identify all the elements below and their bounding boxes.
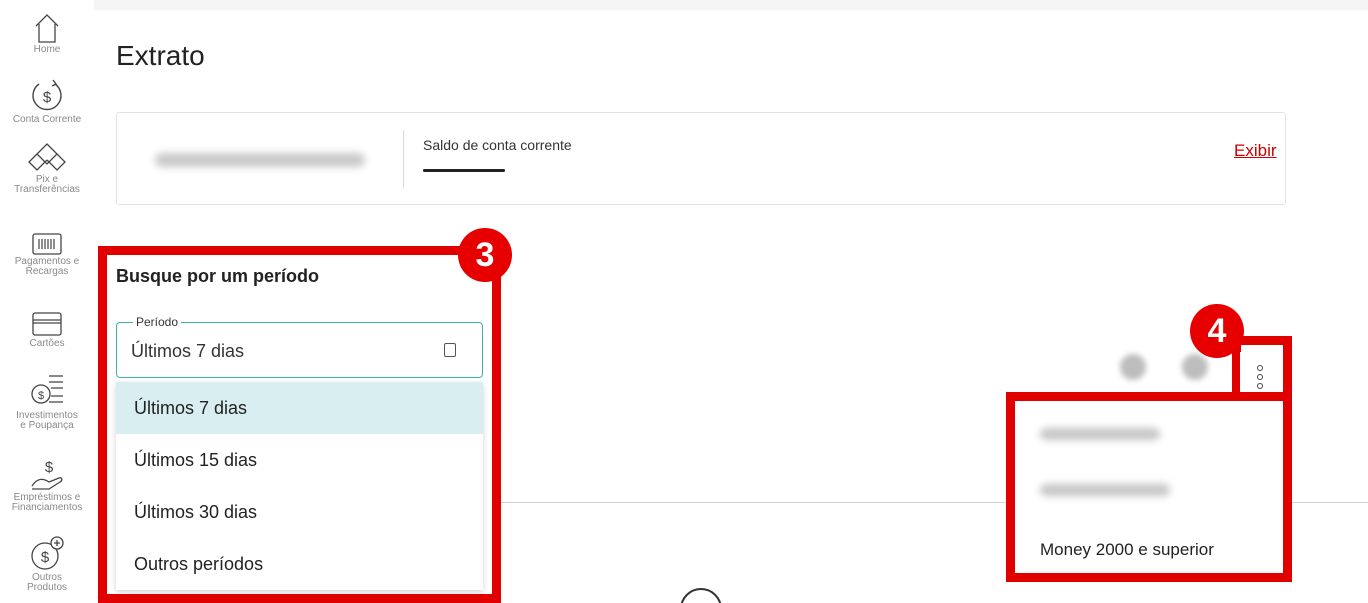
balance-hidden-value [423,169,505,172]
svg-text:$: $ [43,89,52,106]
balance-label: Saldo de conta corrente [423,137,572,153]
period-section-title: Busque por um período [116,266,320,286]
sidebar-item-label: Outros Produtos [26,572,68,593]
period-option-30[interactable]: Últimos 30 dias [116,486,483,538]
sidebar-item-label: Cartões [29,338,65,349]
home-icon [35,14,59,43]
sidebar-item-label: Pix e Transferências [14,174,80,195]
sidebar-item-label: Investimentos e Poupança [16,410,78,431]
bottom-icon [680,588,722,603]
step-badge-4: 4 [1190,304,1244,358]
redacted-action-icon[interactable] [1182,354,1208,380]
card-icon [32,312,62,336]
pix-icon [28,143,66,171]
sidebar-item-investimentos[interactable]: $ Investimentos e Poupança [0,370,94,431]
page-title: Extrato [116,40,205,71]
kebab-dot [1257,383,1263,389]
period-select[interactable]: Período Últimos 7 dias [116,315,483,378]
step-badge-3: 3 [458,228,512,282]
redacted-action-icon[interactable] [1120,354,1146,380]
sidebar-item-label: Home [33,44,61,55]
period-option-7[interactable]: Últimos 7 dias [116,382,483,434]
sidebar-item-label: Pagamentos e Recargas [14,256,80,277]
period-option-15[interactable]: Últimos 15 dias [116,434,483,486]
menu-item-money-2000[interactable]: Money 2000 e superior [1040,540,1214,560]
svg-text:$: $ [45,459,54,476]
period-field-value: Últimos 7 dias [131,341,245,361]
sidebar-item-cartoes[interactable]: Cartões [0,310,94,349]
account-number-redacted [155,153,365,167]
dollar-plus-icon: $ [31,536,64,570]
menu-item-redacted[interactable] [1040,428,1160,440]
period-field-label: Período [133,315,182,329]
sidebar-item-outros[interactable]: $ Outros Produtos [0,534,94,593]
sidebar-item-label: Conta Corrente [12,114,82,125]
balance-card: Saldo de conta corrente Exibir [116,112,1286,205]
show-balance-link[interactable]: Exibir [1234,141,1277,161]
period-dropdown: Últimos 7 dias Últimos 15 dias Últimos 3… [116,382,483,590]
loan-hand-icon: $ [31,459,63,490]
sidebar-item-label: Empréstimos e Financiamentos [11,492,83,513]
sidebar-item-emprestimos[interactable]: $ Empréstimos e Financiamentos [0,456,94,513]
kebab-dot [1257,374,1263,380]
calendar-icon[interactable] [444,343,456,357]
sidebar-item-pix[interactable]: Pix e Transferências [0,142,94,195]
menu-item-redacted[interactable] [1040,484,1170,496]
sidebar-item-home[interactable]: Home [0,12,94,55]
sidebar-item-pagamentos[interactable]: Pagamentos e Recargas [0,232,94,277]
barcode-icon [32,233,62,255]
card-divider [403,130,404,188]
sidebar: Home $ Conta Corrente Pix e Transferênci… [0,0,94,603]
investment-icon: $ [31,375,63,404]
kebab-dot [1257,365,1263,371]
sidebar-item-conta-corrente[interactable]: $ Conta Corrente [0,78,94,125]
dollar-refresh-icon: $ [32,79,62,111]
period-option-other[interactable]: Outros períodos [116,538,483,590]
svg-text:$: $ [38,390,44,402]
svg-text:$: $ [41,549,50,566]
